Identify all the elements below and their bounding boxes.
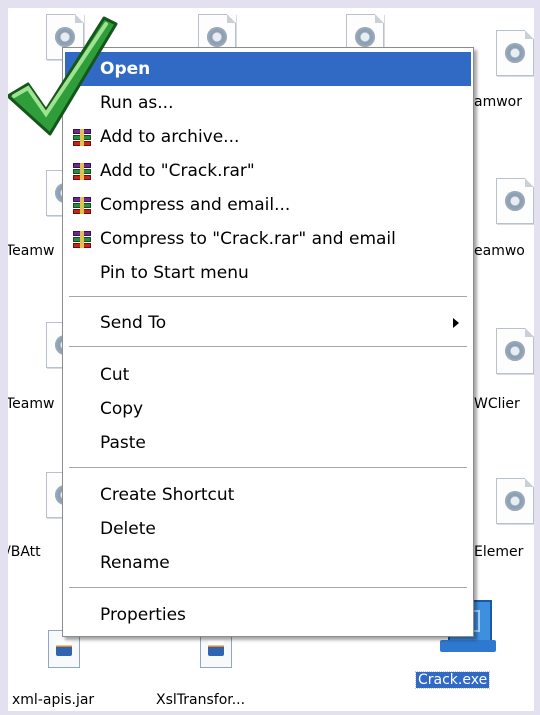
menu-item-label: Paste xyxy=(100,433,146,453)
menu-item-delete[interactable]: Delete xyxy=(65,512,471,546)
menu-item-label: Create Shortcut xyxy=(100,485,235,505)
menu-item-compress-and-email[interactable]: Compress and email... xyxy=(65,188,471,222)
menu-item-label: Send To xyxy=(100,313,167,333)
submenu-arrow-icon xyxy=(453,318,459,328)
gear-icon xyxy=(505,43,525,63)
menu-item-label: Rename xyxy=(100,553,170,573)
menu-item-label: Delete xyxy=(100,519,156,539)
file-label[interactable]: eamwo xyxy=(474,243,525,259)
menu-item-compress-to-crack-rar-email[interactable]: Compress to "Crack.rar" and email xyxy=(65,222,471,256)
gear-icon xyxy=(505,341,525,361)
menu-item-copy[interactable]: Copy xyxy=(65,392,471,426)
menu-separator xyxy=(69,346,467,347)
menu-item-create-shortcut[interactable]: Create Shortcut xyxy=(65,478,471,512)
gear-icon xyxy=(505,491,525,511)
menu-item-label: Copy xyxy=(100,399,144,419)
winrar-icon xyxy=(73,163,91,180)
menu-item-label: Add to "Crack.rar" xyxy=(100,161,255,181)
file-label[interactable]: xml-apis.jar xyxy=(12,692,94,708)
file-label[interactable]: /BAtt xyxy=(6,544,41,560)
checkmark-icon xyxy=(6,16,118,136)
menu-item-paste[interactable]: Paste xyxy=(65,426,471,460)
menu-item-rename[interactable]: Rename xyxy=(65,546,471,580)
menu-item-properties[interactable]: Properties xyxy=(65,598,471,632)
menu-item-send-to[interactable]: Send To xyxy=(65,306,471,340)
file-icon[interactable] xyxy=(496,328,534,374)
gear-icon xyxy=(505,191,525,211)
menu-item-label: Pin to Start menu xyxy=(100,263,249,283)
menu-item-label: Cut xyxy=(100,365,130,385)
file-label[interactable]: Teamw xyxy=(6,243,54,259)
menu-item-cut[interactable]: Cut xyxy=(65,358,471,392)
file-label[interactable]: WClier xyxy=(474,396,520,412)
frame-border xyxy=(534,0,540,715)
file-label[interactable]: Elemer xyxy=(474,544,523,560)
menu-item-add-to-crack-rar[interactable]: Add to "Crack.rar" xyxy=(65,154,471,188)
menu-item-label: Properties xyxy=(100,605,186,625)
menu-separator xyxy=(69,296,467,297)
menu-item-label: Compress and email... xyxy=(100,195,291,215)
menu-item-add-to-archive[interactable]: Add to archive... xyxy=(65,120,471,154)
file-label[interactable]: Teamw xyxy=(6,396,54,412)
file-icon[interactable] xyxy=(496,178,534,224)
menu-separator xyxy=(69,587,467,588)
context-menu: Open Run as... Add to archive... Add to … xyxy=(62,47,474,637)
menu-item-label: Add to archive... xyxy=(100,127,240,147)
menu-item-run-as[interactable]: Run as... xyxy=(65,86,471,120)
frame-border xyxy=(0,711,540,715)
gear-icon xyxy=(207,27,227,47)
menu-item-label: Compress to "Crack.rar" and email xyxy=(100,229,396,249)
frame-border xyxy=(0,0,8,715)
gear-icon xyxy=(355,27,375,47)
file-label[interactable]: XslTransfor... xyxy=(156,692,245,708)
file-label[interactable]: amwor xyxy=(474,94,522,110)
menu-item-open[interactable]: Open xyxy=(65,52,471,86)
menu-item-pin-to-start[interactable]: Pin to Start menu xyxy=(65,256,471,290)
frame-border xyxy=(0,0,540,8)
file-icon[interactable] xyxy=(496,30,534,76)
winrar-icon xyxy=(73,197,91,214)
winrar-icon xyxy=(73,231,91,248)
file-icon[interactable] xyxy=(496,478,534,524)
selected-file-label[interactable]: Crack.exe xyxy=(414,671,491,689)
menu-separator xyxy=(69,467,467,468)
